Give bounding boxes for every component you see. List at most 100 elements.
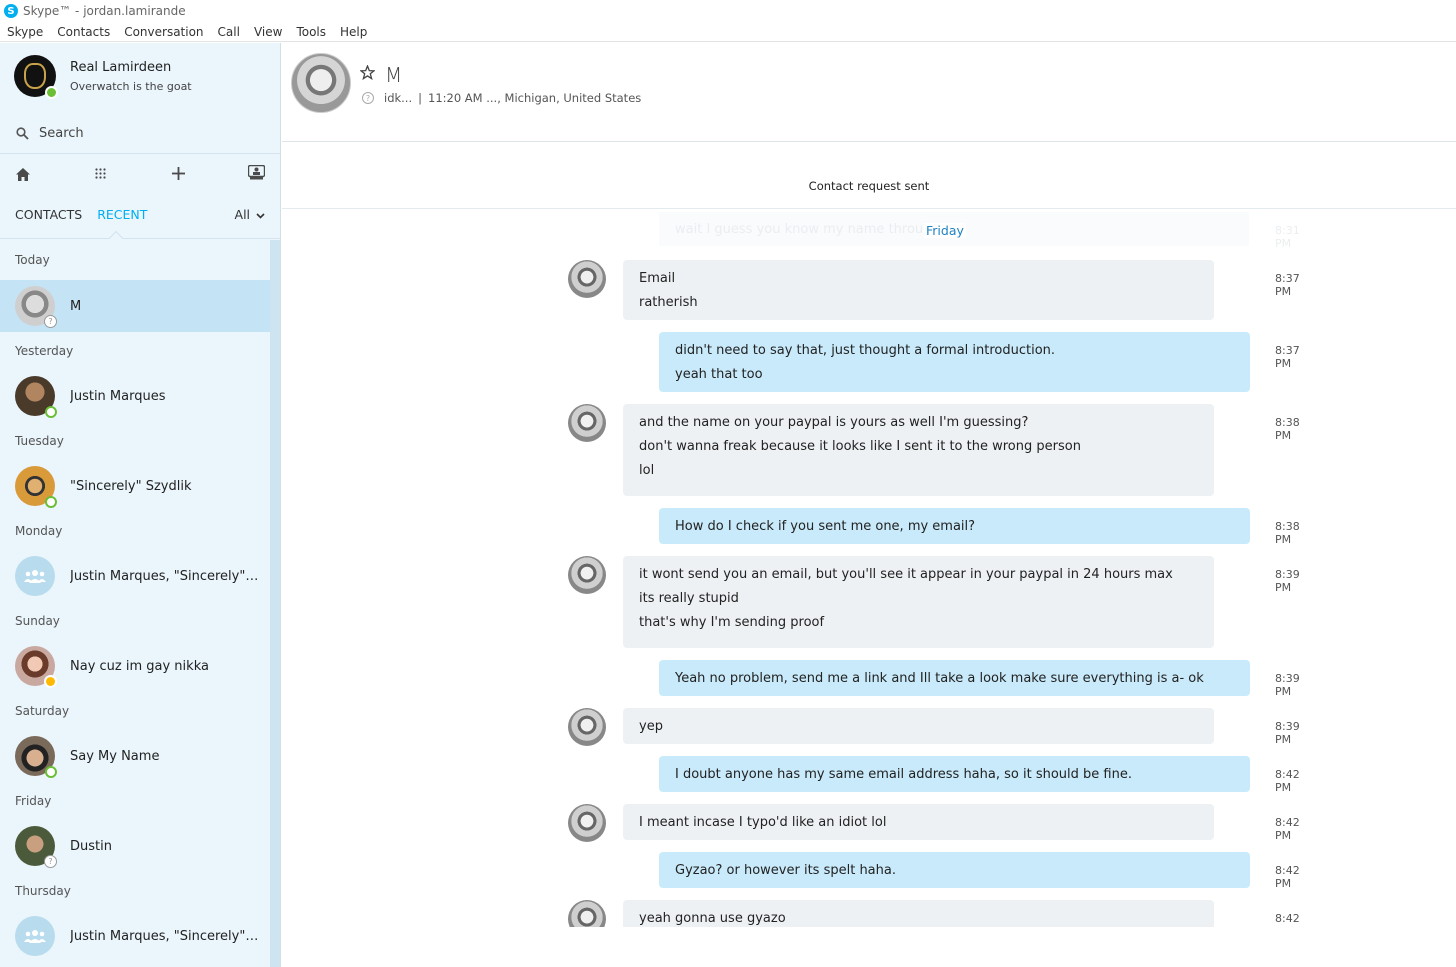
message-bubble[interactable]: I meant incase I typo'd like an idiot lo… <box>623 804 1214 840</box>
menu-contacts[interactable]: Contacts <box>50 25 117 39</box>
faded-message-text: wait I guess you know my name through s <box>675 222 951 237</box>
recent-item-sincerely-szydlik[interactable]: "Sincerely" Szydlik <box>0 460 270 512</box>
contact-name: Dustin <box>70 838 112 854</box>
message-text: yep <box>639 719 663 734</box>
sidebar-tabs: CONTACTS RECENT All <box>15 207 265 222</box>
unknown-status-icon: ? <box>362 92 374 104</box>
menu-help[interactable]: Help <box>333 25 374 39</box>
online-status-icon <box>45 766 57 778</box>
menu-view[interactable]: View <box>247 25 289 39</box>
message-bubble[interactable]: Yeah no problem, send me a link and Ill … <box>659 660 1250 696</box>
away-status-icon <box>44 675 57 688</box>
message-timestamp: 8:37 PM <box>1275 344 1300 370</box>
divider <box>0 153 280 154</box>
group-header-monday: Monday <box>15 524 63 538</box>
faded-message-time: 8:31 PM <box>1275 224 1300 250</box>
separator: | <box>418 91 422 105</box>
message-bubble[interactable]: Gyzao? or however its spelt haha. <box>659 852 1250 888</box>
sender-avatar[interactable] <box>568 900 606 927</box>
contact-name: Justin Marques, "Sincerely" Sz... <box>70 568 260 584</box>
search-icon <box>16 127 29 140</box>
message-bubble[interactable]: it wont send you an email, but you'll se… <box>623 556 1214 648</box>
message-timestamp: 8:42 PM <box>1275 768 1300 794</box>
contact-card-icon[interactable] <box>248 165 265 180</box>
unknown-status-icon: ? <box>44 315 57 328</box>
sender-avatar[interactable] <box>568 708 606 746</box>
sender-avatar[interactable] <box>568 404 606 442</box>
tab-recent[interactable]: RECENT <box>97 207 147 222</box>
message-timestamp: 8:38 PM <box>1275 416 1300 442</box>
contact-mood: idk... <box>384 91 413 105</box>
message-timestamp: 8:42 PM <box>1275 912 1300 927</box>
group-icon <box>15 556 55 596</box>
menu-skype[interactable]: Skype <box>0 25 50 39</box>
group-header-yesterday: Yesterday <box>15 344 74 358</box>
avatar: ? <box>15 826 57 868</box>
filter-dropdown[interactable]: All <box>235 207 265 222</box>
group-icon <box>15 916 55 956</box>
contact-name: Justin Marques <box>70 388 166 404</box>
conversation-subtitle: ? idk... | 11:20 AM ..., Michigan, Unite… <box>362 91 641 105</box>
recent-item-say-my-name[interactable]: Say My Name <box>0 730 270 782</box>
group-header-thursday: Thursday <box>15 884 71 898</box>
tab-contacts[interactable]: CONTACTS <box>15 207 82 222</box>
contact-request-notice: Contact request sent <box>282 143 1456 209</box>
menu-tools[interactable]: Tools <box>289 25 333 39</box>
favorite-star-icon[interactable] <box>360 65 375 80</box>
avatar <box>15 376 57 418</box>
message-bubble[interactable]: yep <box>623 708 1214 744</box>
recent-item-m[interactable]: ? M <box>0 280 270 332</box>
message-bubble[interactable]: Email ratherish <box>623 260 1214 320</box>
contact-name: "Sincerely" Szydlik <box>70 478 192 494</box>
recent-item-group-chat[interactable]: Justin Marques, "Sincerely" Sz... <box>0 550 270 602</box>
message-bubble[interactable]: yeah gonna use gyazofinishing up in a se… <box>623 900 1214 927</box>
unknown-status-icon: ? <box>44 855 57 868</box>
message-bubble[interactable]: How do I check if you sent me one, my em… <box>659 508 1250 544</box>
message-text: its really stupid <box>639 591 739 606</box>
contact-name: Say My Name <box>70 748 160 764</box>
recent-item-dustin[interactable]: ? Dustin <box>0 820 270 872</box>
message-timestamp: 8:39 PM <box>1275 720 1300 746</box>
conversation-pane: M ? idk... | 11:20 AM ..., Michigan, Uni… <box>282 43 1456 967</box>
profile-mood[interactable]: Overwatch is the goat <box>70 80 192 93</box>
home-icon[interactable] <box>15 167 31 182</box>
message-bubble[interactable]: and the name on your paypal is yours as … <box>623 404 1214 496</box>
message-text: Gyzao? or however its spelt haha. <box>675 863 896 878</box>
dialpad-icon[interactable] <box>95 168 106 179</box>
sidebar-scrollbar[interactable] <box>270 240 280 967</box>
search-box[interactable]: Search <box>16 126 266 141</box>
sender-avatar[interactable] <box>568 804 606 842</box>
message-bubble[interactable]: I doubt anyone has my same email address… <box>659 756 1250 792</box>
window-title: Skype™ - jordan.lamirande <box>23 4 186 18</box>
message-text: and the name on your paypal is yours as … <box>639 415 1029 430</box>
sender-avatar[interactable] <box>568 556 606 594</box>
message-text: How do I check if you sent me one, my em… <box>675 519 976 534</box>
recent-item-group-chat-2[interactable]: Justin Marques, "Sincerely" Sz... <box>0 910 270 962</box>
profile-avatar[interactable] <box>14 55 58 99</box>
title-bar: S Skype™ - jordan.lamirande <box>0 0 1456 22</box>
online-status-icon <box>45 496 57 508</box>
message-text: lol <box>639 463 655 478</box>
sender-avatar[interactable] <box>568 260 606 298</box>
contact-avatar[interactable] <box>291 53 351 113</box>
filter-label: All <box>234 207 251 222</box>
recent-list: Today ? M Yesterday Justin Marques Tuesd… <box>0 240 270 962</box>
conversation-header: M ? idk... | 11:20 AM ..., Michigan, Uni… <box>282 43 1456 142</box>
message-text: don't wanna freak because it looks like … <box>639 439 1081 454</box>
message-list: wait I guess you know my name through s … <box>282 210 1456 927</box>
menu-call[interactable]: Call <box>211 25 247 39</box>
profile-name[interactable]: Real Lamirdeen <box>70 60 192 75</box>
message-timestamp: 8:42 PM <box>1275 816 1300 842</box>
profile[interactable]: Real Lamirdeen Overwatch is the goat <box>14 55 192 99</box>
message-bubble[interactable]: didn't need to say that, just thought a … <box>659 332 1250 392</box>
add-icon[interactable] <box>172 167 185 180</box>
message-timestamp: 8:37 PM <box>1275 272 1300 298</box>
sidebar-toolbar <box>0 163 280 187</box>
message-timestamp: 8:39 PM <box>1275 672 1300 698</box>
contact-name: Justin Marques, "Sincerely" Sz... <box>70 928 260 944</box>
menu-bar: Skype Contacts Conversation Call View To… <box>0 22 1456 42</box>
menu-conversation[interactable]: Conversation <box>117 25 210 39</box>
recent-item-justin-marques[interactable]: Justin Marques <box>0 370 270 422</box>
avatar <box>15 466 57 508</box>
recent-item-nay[interactable]: Nay cuz im gay nikka <box>0 640 270 692</box>
